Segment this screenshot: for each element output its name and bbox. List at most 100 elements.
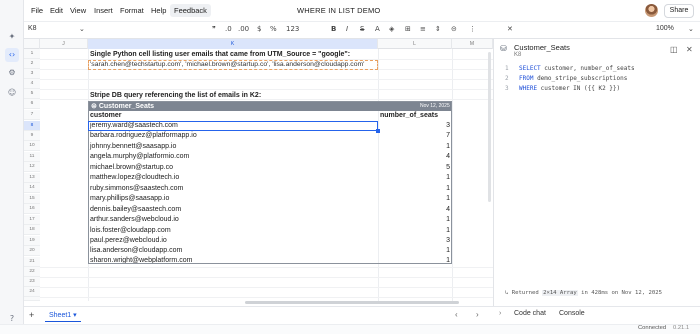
close-icon[interactable]: ✕ xyxy=(686,45,693,54)
panel-cell-ref: K8 xyxy=(514,52,522,58)
text-color-icon[interactable]: A xyxy=(375,25,380,33)
row-header[interactable]: 2 xyxy=(24,59,40,69)
avatar[interactable] xyxy=(645,4,658,17)
link-icon[interactable]: ⊝ xyxy=(451,25,457,33)
chevron-right-icon[interactable]: › xyxy=(476,310,479,319)
menu-insert[interactable]: Insert xyxy=(94,6,113,15)
settings-icon[interactable]: ⚙ xyxy=(5,66,19,80)
menu-view[interactable]: View xyxy=(70,6,86,15)
code-icon[interactable]: ‹› xyxy=(5,48,19,62)
tab-code-chat[interactable]: Code chat xyxy=(514,310,546,317)
return-arrow-icon: ↳ xyxy=(505,290,512,296)
row-header[interactable]: 3 xyxy=(24,69,40,79)
status-bar xyxy=(0,324,700,334)
row-header[interactable]: 23 xyxy=(24,277,40,287)
row-header[interactable]: 9 xyxy=(24,131,40,141)
chevron-right-icon[interactable]: › xyxy=(499,310,501,317)
decrease-decimal-button[interactable]: .0 xyxy=(225,25,232,33)
ai-sparkle-icon[interactable]: ✦ xyxy=(5,30,19,44)
column-header-k[interactable]: K xyxy=(88,39,378,49)
row-header[interactable]: 16 xyxy=(24,204,40,214)
sheet-tab-sheet1[interactable]: Sheet1 ▾ xyxy=(45,309,81,322)
row-header[interactable]: 20 xyxy=(24,246,40,256)
zoom-chevron-icon[interactable]: ⌄ xyxy=(688,25,694,33)
sheet-tab-bar: + Sheet1 ▾ ‹ › xyxy=(24,306,493,324)
row-header[interactable]: 6 xyxy=(24,99,40,109)
vertical-scrollbar[interactable] xyxy=(488,52,491,202)
row-header[interactable]: 22 xyxy=(24,267,40,277)
panel-title: Customer_Seats xyxy=(514,43,570,52)
grid-line xyxy=(40,99,493,100)
horizontal-scrollbar[interactable] xyxy=(245,301,459,304)
row-header[interactable]: 18 xyxy=(24,225,40,235)
row-header[interactable]: 11 xyxy=(24,152,40,162)
currency-icon[interactable]: $ xyxy=(257,25,261,33)
selected-cell[interactable] xyxy=(88,121,378,131)
column-header-m[interactable]: M xyxy=(452,39,493,49)
row-header[interactable]: 14 xyxy=(24,183,40,193)
heading-stripe-query: Stripe DB query referencing the list of … xyxy=(90,92,262,99)
share-button[interactable]: Share xyxy=(664,4,694,18)
zoom-select[interactable]: 100% xyxy=(656,25,674,32)
row-header[interactable]: 7 xyxy=(24,110,40,120)
select-all-corner[interactable] xyxy=(24,39,40,49)
column-headers: J K L M xyxy=(24,39,493,49)
menu-feedback[interactable]: Feedback xyxy=(170,4,211,17)
align-middle-icon[interactable]: ⇕ xyxy=(435,25,441,33)
grid-line xyxy=(40,287,493,288)
code-line: 1 SELECT customer, number_of_seats xyxy=(505,65,635,72)
column-header-j[interactable]: J xyxy=(40,39,88,49)
row-header[interactable]: 24 xyxy=(24,287,40,297)
left-rail: ✦ ‹› ⚙ ☺ ? xyxy=(0,0,24,334)
menu-help[interactable]: Help xyxy=(151,6,166,15)
column-header-l[interactable]: L xyxy=(378,39,452,49)
clear-format-icon[interactable]: ✕ xyxy=(507,25,513,33)
menu-file[interactable]: File xyxy=(31,6,43,15)
bold-icon[interactable]: B xyxy=(331,25,336,33)
row-header[interactable]: 10 xyxy=(24,141,40,151)
menu-edit[interactable]: Edit xyxy=(50,6,63,15)
chevron-down-icon[interactable]: ⌄ xyxy=(79,25,85,33)
menu-format[interactable]: Format xyxy=(120,6,144,15)
row-header[interactable]: 15 xyxy=(24,194,40,204)
query-result-status: ↳ Returned 2×14 Array in 428ms on Nov 12… xyxy=(505,290,662,296)
row-header[interactable]: 21 xyxy=(24,257,40,267)
cell-reference-box[interactable]: K8 xyxy=(28,25,37,32)
row-header[interactable]: 4 xyxy=(24,79,40,89)
number-format-button[interactable]: 123 xyxy=(286,25,299,33)
row-header[interactable]: 1 xyxy=(24,49,40,59)
grid-line xyxy=(40,89,493,90)
percent-button[interactable]: % xyxy=(270,25,277,33)
increase-decimal-button[interactable]: .00 xyxy=(238,25,249,33)
more-options-icon[interactable]: ⋮ xyxy=(469,25,476,33)
grid-line xyxy=(40,267,493,268)
strikethrough-icon[interactable]: S xyxy=(360,25,364,33)
row-header[interactable]: 19 xyxy=(24,236,40,246)
fill-color-icon[interactable]: ◈ xyxy=(389,25,394,33)
borders-icon[interactable]: ⊞ xyxy=(405,25,411,33)
fill-handle[interactable] xyxy=(376,129,380,133)
grid-line xyxy=(40,297,493,298)
code-line: 2 FROM demo_stripe_subscriptions xyxy=(505,75,628,82)
add-sheet-button[interactable]: + xyxy=(29,310,34,320)
align-left-icon[interactable]: ≡ xyxy=(420,25,426,33)
chevron-left-icon[interactable]: ‹ xyxy=(455,310,458,319)
row-header[interactable]: 12 xyxy=(24,162,40,172)
row-header[interactable] xyxy=(24,297,40,301)
row-header[interactable]: 5 xyxy=(24,89,40,99)
grid-line xyxy=(40,277,493,278)
quote-format-icon[interactable]: ❞ xyxy=(212,25,216,33)
users-icon[interactable]: ☺ xyxy=(5,86,19,100)
row-header[interactable]: 13 xyxy=(24,173,40,183)
italic-icon[interactable]: I xyxy=(346,25,348,33)
row-header[interactable]: 8 xyxy=(24,121,40,131)
toolbar: K8 ⌄ ❞ .0 .00 $ % 123 B I S A ◈ ⊞ ≡ ⇕ ⊝ … xyxy=(24,22,700,39)
connection-status: Connected xyxy=(638,325,667,331)
database-icon: ⛁ xyxy=(500,44,507,53)
code-editor[interactable]: 1 SELECT customer, number_of_seats 2 FROM … xyxy=(505,64,635,94)
split-view-icon[interactable]: ◫ xyxy=(670,45,678,54)
code-line: 3 WHERE customer IN ({{ K2 }}) xyxy=(505,85,621,92)
tab-console[interactable]: Console xyxy=(559,310,585,317)
row-header[interactable]: 17 xyxy=(24,215,40,225)
panel-tabs: › Code chat Console xyxy=(493,306,700,322)
